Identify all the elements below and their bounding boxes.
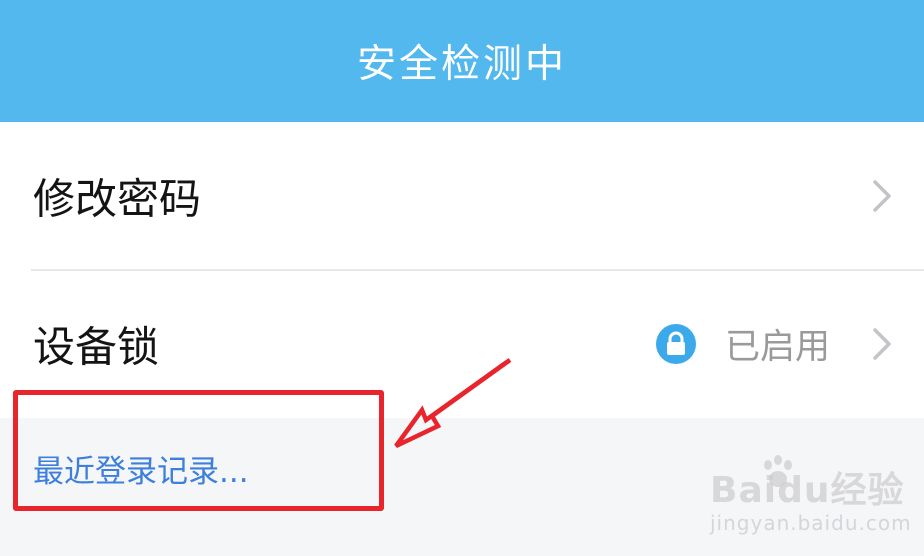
baidu-watermark: Baidu经验 jingyan.baidu.com: [700, 453, 912, 543]
watermark-url: jingyan.baidu.com: [710, 511, 912, 535]
lock-icon: [656, 324, 696, 364]
chevron-right-icon: [873, 328, 891, 360]
device-lock-status: 已启用: [725, 327, 831, 368]
annotation-arrow-icon: [394, 358, 512, 449]
watermark-brand: Baidu经验: [710, 470, 905, 511]
page: 安全检测中 修改密码 设备锁 已启用 最近登录记录... Baidu经验 jin…: [0, 0, 924, 556]
device-lock-label: 设备锁: [33, 322, 160, 372]
annotation-highlight-box: [13, 390, 384, 511]
chevron-right-icon: [873, 180, 891, 212]
header-bar: 安全检测中: [0, 0, 924, 122]
change-password-row[interactable]: 修改密码: [0, 122, 924, 271]
page-title: 安全检测中: [356, 42, 567, 87]
change-password-label: 修改密码: [33, 174, 202, 224]
